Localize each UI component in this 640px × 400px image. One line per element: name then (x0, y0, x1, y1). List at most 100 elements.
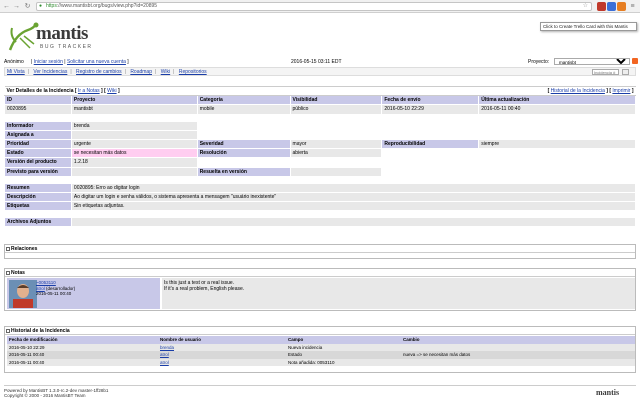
signup-link[interactable]: Solicitar una nueva cuenta (67, 59, 126, 65)
relations-title: Relaciones (11, 246, 38, 252)
issue-visibility: público (289, 104, 383, 115)
target-version-value (70, 166, 198, 177)
note-author-link[interactable]: atrol (36, 286, 45, 291)
history-col-change: Cambio (401, 336, 635, 344)
browser-toolbar: ← → ↻ ● https://www.mantisbt.org/bugs/vi… (0, 0, 640, 13)
table-row: 2016-05-10 22:29 brenda Nueva incidencia (7, 343, 635, 351)
table-row: 2016-05-11 00:40 atrol Estado nueva => s… (7, 351, 635, 359)
menu-wiki[interactable]: Wiki (161, 69, 170, 75)
history-user-link[interactable]: brenda (160, 345, 174, 350)
brand-wordmark: mantis (36, 23, 88, 44)
details-header: Ver Detalles de la Incidencia [ Ir a Not… (4, 85, 291, 97)
status-label: Estado (4, 148, 72, 159)
menu-changelog[interactable]: Registro de cambios (76, 69, 122, 75)
page-footer: Powered by MantisBT 1.3.0-rc.2-dev maste… (4, 385, 636, 398)
repro-value: siempre (478, 138, 636, 150)
forward-icon[interactable]: → (12, 2, 21, 11)
note-id-link[interactable]: ~0053110 (36, 280, 56, 285)
collapse-toggle-icon[interactable] (6, 246, 10, 251)
severity-label: Severidad (196, 138, 291, 150)
description-label: Descripción (4, 191, 72, 203)
menu-repositories[interactable]: Repositorios (179, 69, 207, 75)
fixed-version-label: Resuelta en versión (196, 166, 291, 177)
history-col-field: Campo (286, 336, 401, 344)
col-project: Proyecto (70, 95, 198, 106)
repro-label: Reproducibilidad (381, 138, 480, 150)
project-select[interactable]: mantisbt (554, 58, 630, 65)
notes-section: Notas ~0053110 atrol (desarrollador) 201… (4, 268, 636, 311)
note-date: 2016-05-11 00:40 (36, 291, 72, 296)
bookmark-star-icon[interactable]: ☆ (583, 3, 588, 10)
back-icon[interactable]: ← (2, 2, 11, 11)
server-time: 2016-05-15 03:11 EDT (291, 59, 342, 65)
gmail-extension-icon[interactable] (597, 2, 606, 11)
details-title: Ver Detalles de la Incidencia (6, 88, 74, 95)
rss-icon[interactable] (632, 58, 638, 64)
table-row: 2016-05-11 00:40 atrol Nota añadida: 005… (7, 358, 635, 366)
issue-category: mobile (196, 104, 291, 115)
col-updated: Última actualización (478, 95, 636, 106)
history-user-link[interactable]: atrol (160, 352, 169, 357)
version-label: Versión del producto (4, 157, 72, 168)
jump-button[interactable] (622, 69, 629, 75)
account-links: | Iniciar sesión | Solicitar una nueva c… (31, 59, 129, 65)
collapse-toggle-icon[interactable] (6, 328, 10, 333)
attachments-label: Archivos Adjuntos (4, 217, 72, 228)
assigned-value (70, 129, 198, 140)
severity-value: mayor (289, 138, 383, 150)
summary-value: 0020895: Erro ao digitar login (70, 182, 637, 193)
user-photo-icon (9, 280, 37, 308)
priority-value: urgente (70, 138, 198, 150)
extension-tooltip: Click to Create Trello Card with this Ma… (540, 22, 637, 31)
note-text: Is this just a test or a real issue. If … (162, 278, 635, 309)
tags-label: Etiquetas (4, 201, 72, 212)
status-value: se necesitan más datos (70, 148, 198, 159)
assigned-label: Asignada a (4, 129, 72, 140)
history-user-link[interactable]: atrol (160, 360, 169, 365)
collapse-toggle-icon[interactable] (6, 270, 10, 275)
resolution-value: abierta (289, 148, 383, 159)
trello-extension-icon[interactable] (607, 2, 616, 11)
menu-view-issues[interactable]: Ver Incidencias (33, 69, 67, 75)
history-col-user: Nombre de usuario (158, 336, 286, 344)
footer-logo[interactable]: mantis (596, 388, 619, 397)
history-link[interactable]: Historial de la Incidencia (551, 88, 605, 94)
history-section: Historial de la Incidencia Fecha de modi… (4, 326, 636, 373)
main-menu: Mi Vista | Ver Incidencias | Registro de c… (4, 67, 636, 76)
menu-roadmap[interactable]: Roadmap (130, 69, 152, 75)
address-bar[interactable]: ● https://www.mantisbt.org/bugs/view.php… (36, 2, 592, 11)
description-value: Ao digitar um login e senha válidos, o s… (70, 191, 637, 203)
footer-copyright: Copyright © 2000 - 2016 MantisBT Team (4, 393, 86, 398)
wiki-link[interactable]: Wiki (107, 88, 116, 94)
issue-number-input[interactable] (592, 69, 619, 75)
col-submitted: Fecha de envío (381, 95, 480, 106)
version-value: 1.2.18 (70, 157, 198, 168)
tags-value: Sin etiquetas adjuntas. (70, 201, 637, 212)
history-col-date: Fecha de modificación (7, 336, 158, 344)
info-bar: Anónimo | Iniciar sesión | Solicitar una… (4, 58, 638, 66)
target-version-label: Previsto para versión (4, 166, 72, 177)
reload-icon[interactable]: ↻ (23, 2, 32, 11)
details-header-right: [ Historial de la Incidencia ] [ Imprimi… (290, 85, 636, 97)
extension-icon[interactable] (617, 2, 626, 11)
resolution-label: Resolución (196, 148, 291, 159)
login-link[interactable]: Iniciar sesión (34, 59, 63, 65)
goto-notes-link[interactable]: Ir a Notas (78, 88, 100, 94)
issue-id: 0020895 (4, 104, 72, 115)
reporter-value: brenda (70, 120, 198, 131)
menu-icon[interactable]: ≡ (628, 2, 637, 11)
history-title: Historial de la Incidencia (11, 328, 70, 334)
col-category: Categoría (196, 95, 291, 106)
relations-section: Relaciones (4, 244, 636, 259)
issue-details-table: Ver Detalles de la Incidencia [ Ir a Not… (4, 85, 637, 228)
notes-title: Notas (11, 270, 25, 276)
current-user: Anónimo (4, 59, 24, 65)
project-label: Proyecto: (528, 59, 550, 65)
summary-label: Resumen (4, 182, 72, 193)
issue-submitted: 2016-05-10 22:29 (381, 104, 480, 115)
col-visibility: Visibilidad (289, 95, 383, 106)
menu-my-view[interactable]: Mi Vista (7, 69, 25, 75)
history-table: Fecha de modificación Nombre de usuario … (7, 336, 635, 366)
issue-updated: 2016-05-11 00:40 (478, 104, 636, 115)
print-link[interactable]: Imprimir (612, 88, 630, 94)
